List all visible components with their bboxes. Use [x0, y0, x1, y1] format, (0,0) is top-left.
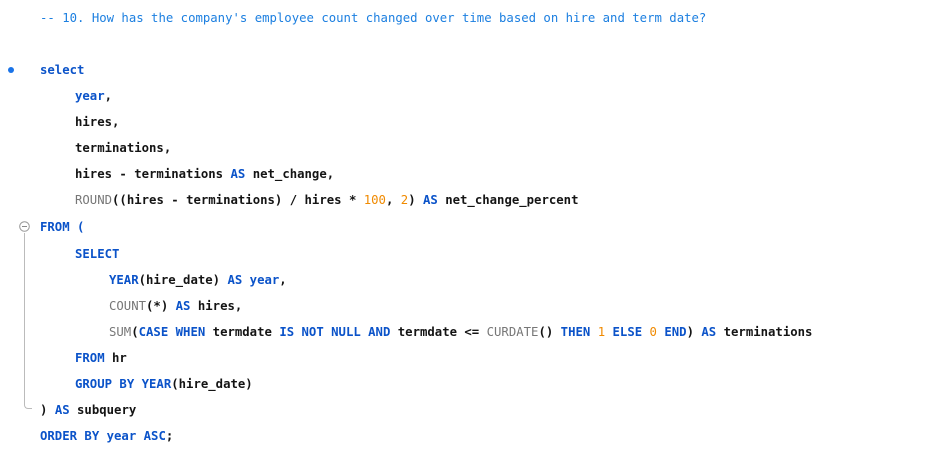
code-token: year	[75, 89, 105, 103]
code-line: FROM (	[0, 216, 949, 238]
code-line: terminations,	[0, 137, 949, 159]
code-token: (	[131, 325, 139, 339]
code-token: ELSE	[612, 325, 643, 339]
code-token: (hire_date)	[171, 377, 253, 391]
code-token: CASE WHEN	[138, 325, 206, 339]
code-token: -- 10. How has the company's employee co…	[40, 11, 707, 25]
code-token: termdate <=	[390, 325, 487, 339]
code-text: SUM(CASE WHEN termdate IS NOT NULL AND t…	[109, 321, 812, 343]
code-token: subquery	[69, 403, 137, 417]
code-token: ()	[538, 325, 561, 339]
code-text: FROM hr	[75, 347, 127, 369]
code-token: AS	[423, 193, 438, 207]
code-line: ) AS subquery	[0, 399, 949, 421]
code-text: hires - terminations AS net_change,	[75, 163, 334, 185]
code-line: COUNT(*) AS hires,	[0, 295, 949, 317]
code-token: ROUND	[75, 193, 113, 207]
code-text: ROUND((hires - terminations) / hires * 1…	[75, 189, 578, 211]
code-token: hires,	[75, 115, 120, 129]
code-line: select	[0, 59, 949, 81]
code-line: year,	[0, 85, 949, 107]
code-token: hires - terminations	[75, 167, 231, 181]
code-text: year,	[75, 85, 112, 107]
code-token: CURDATE	[486, 325, 539, 339]
code-token: ,	[385, 193, 401, 207]
code-token: (*)	[146, 299, 176, 313]
code-token: AS	[54, 403, 70, 417]
code-token: hr	[104, 351, 127, 365]
code-token: termdate	[205, 325, 280, 339]
code-text: YEAR(hire_date) AS year,	[109, 269, 287, 291]
code-token: net_change_percent	[437, 193, 579, 207]
code-line: ROUND((hires - terminations) / hires * 1…	[0, 189, 949, 211]
code-text: SELECT	[75, 243, 119, 265]
code-text: COUNT(*) AS hires,	[109, 295, 242, 317]
code-token: SELECT	[75, 247, 120, 261]
code-token: GROUP BY YEAR	[75, 377, 172, 391]
code-token: FROM (	[40, 220, 85, 234]
sql-editor[interactable]: -- 10. How has the company's employee co…	[0, 0, 949, 464]
code-line: GROUP BY YEAR(hire_date)	[0, 373, 949, 395]
code-token: AS year	[227, 273, 280, 287]
code-line: FROM hr	[0, 347, 949, 369]
code-token: 100	[363, 193, 386, 207]
code-token: terminations,	[75, 141, 172, 155]
code-line: hires - terminations AS net_change,	[0, 163, 949, 185]
code-token: ,	[279, 273, 287, 287]
code-token: AS	[230, 167, 246, 181]
code-token: select	[40, 63, 85, 77]
code-text: ) AS subquery	[40, 399, 136, 421]
code-token: 0	[649, 325, 657, 339]
code-text: hires,	[75, 111, 119, 133]
code-token: YEAR	[109, 273, 139, 287]
code-token: )	[408, 193, 423, 207]
code-token: (hire_date)	[138, 273, 228, 287]
code-token: FROM	[75, 351, 105, 365]
code-text: select	[40, 59, 84, 81]
code-line: hires,	[0, 111, 949, 133]
code-token: COUNT	[109, 299, 147, 313]
code-text: ORDER BY year ASC;	[40, 425, 173, 447]
code-token: END	[664, 325, 687, 339]
code-token: ORDER BY year ASC	[40, 429, 166, 443]
code-text: GROUP BY YEAR(hire_date)	[75, 373, 253, 395]
code-line: -- 10. How has the company's employee co…	[0, 7, 949, 29]
code-token: ;	[165, 429, 174, 443]
code-token: IS NOT NULL AND	[279, 325, 391, 339]
code-line: ORDER BY year ASC;	[0, 425, 949, 447]
code-token: )	[40, 403, 55, 417]
code-line: SELECT	[0, 243, 949, 265]
code-line: SUM(CASE WHEN termdate IS NOT NULL AND t…	[0, 321, 949, 343]
code-token: terminations	[716, 325, 813, 339]
code-token: SUM	[109, 325, 132, 339]
code-token: net_change,	[245, 167, 335, 181]
code-token: THEN	[560, 325, 591, 339]
code-text: terminations,	[75, 137, 171, 159]
code-text: FROM (	[40, 216, 84, 238]
code-token: ,	[104, 89, 113, 103]
code-token: ((hires - terminations) / hires *	[112, 193, 364, 207]
code-token: AS	[701, 325, 717, 339]
code-token: AS	[175, 299, 191, 313]
code-line: YEAR(hire_date) AS year,	[0, 269, 949, 291]
code-text: -- 10. How has the company's employee co…	[40, 7, 706, 29]
code-token: )	[686, 325, 702, 339]
code-token: hires,	[190, 299, 243, 313]
code-token: 1	[597, 325, 606, 339]
